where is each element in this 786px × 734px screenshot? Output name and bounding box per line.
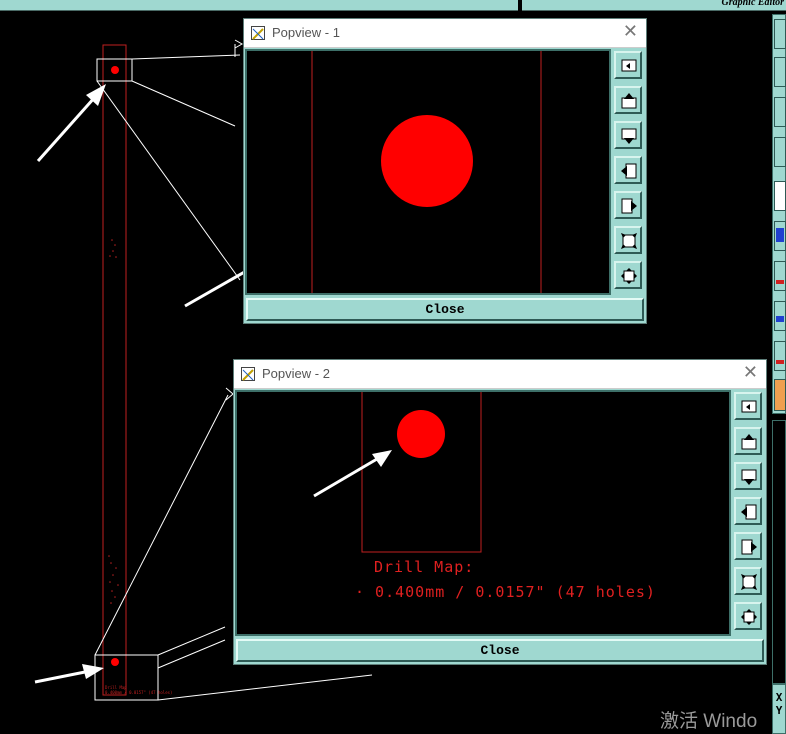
popview-1-window: Popview - 1 ✕ Close: [243, 18, 647, 324]
tool-button[interactable]: [774, 301, 786, 331]
zoom-in-button[interactable]: [734, 602, 762, 630]
pan-down-icon: [621, 128, 637, 144]
activation-watermark: 激活 Windo: [660, 711, 758, 732]
popview-2-titlebar[interactable]: Popview - 2 ✕: [234, 360, 766, 389]
zoom-fit-icon: [741, 400, 757, 413]
pan-up-icon: [621, 93, 637, 109]
pan-left-icon: [741, 504, 757, 520]
zoom-in-icon: [741, 609, 757, 625]
drill-pad: [381, 115, 473, 207]
popview-icon: [241, 367, 255, 381]
drill-map-entry: · 0.400mm / 0.0157" (47 holes): [355, 583, 656, 601]
tool-button[interactable]: [774, 221, 786, 251]
popview-1-viewport[interactable]: [245, 49, 611, 295]
pan-up-button[interactable]: [734, 427, 762, 455]
pad-bottom: [111, 658, 119, 666]
pan-down-icon: [741, 469, 757, 485]
pan-right-button[interactable]: [614, 191, 642, 219]
pad-top: [111, 66, 119, 74]
via-dots: [108, 239, 119, 604]
tool-button[interactable]: [774, 261, 786, 291]
x-label: X: [775, 691, 783, 704]
pan-down-button[interactable]: [614, 121, 642, 149]
popview-2-title: Popview - 2: [262, 366, 330, 381]
zoom-out-button[interactable]: [734, 567, 762, 595]
tool-button[interactable]: [774, 379, 786, 411]
popview-icon: [251, 26, 265, 40]
popview-2-window: Popview - 2 ✕ Drill Map: · 0.400mm / 0.0…: [233, 359, 767, 665]
zoom-out-button[interactable]: [614, 226, 642, 254]
zoom-in-button[interactable]: [614, 261, 642, 289]
close-icon[interactable]: ✕: [743, 363, 758, 381]
pan-down-button[interactable]: [734, 462, 762, 490]
right-toolbar: [772, 14, 786, 414]
tool-button[interactable]: [774, 19, 786, 49]
zoom-out-icon: [621, 233, 637, 249]
y-label: Y: [775, 704, 783, 717]
zoom-out-icon: [741, 574, 757, 590]
popview-2-close-button[interactable]: Close: [236, 639, 764, 662]
pan-left-button[interactable]: [734, 497, 762, 525]
tool-button[interactable]: [774, 57, 786, 87]
pan-up-icon: [741, 434, 757, 450]
popview-1-title: Popview - 1: [272, 25, 340, 40]
pan-right-icon: [741, 539, 757, 555]
pan-left-button[interactable]: [614, 156, 642, 184]
xy-indicator: X Y: [772, 684, 786, 734]
zoom-fit-button[interactable]: [614, 51, 642, 79]
zoom-in-icon: [621, 268, 637, 284]
tool-button[interactable]: [774, 137, 786, 167]
popview-1-close-button[interactable]: Close: [246, 298, 644, 321]
pan-left-icon: [621, 163, 637, 179]
pan-right-button[interactable]: [734, 532, 762, 560]
tool-button[interactable]: [774, 181, 786, 211]
tool-button[interactable]: [774, 341, 786, 371]
drill-map-label: Drill Map:: [374, 558, 475, 576]
mini-drill-text-2: 0.400mm / 0.0157" (47 holes): [105, 690, 172, 695]
zoom-fit-button[interactable]: [734, 392, 762, 420]
right-panel-dark: [772, 420, 786, 684]
pan-right-icon: [621, 198, 637, 214]
zoom-fit-icon: [621, 59, 637, 72]
close-icon[interactable]: ✕: [623, 22, 638, 40]
tool-button[interactable]: [774, 97, 786, 127]
popview-2-viewport[interactable]: Drill Map: · 0.400mm / 0.0157" (47 holes…: [235, 390, 731, 636]
popview-1-titlebar[interactable]: Popview - 1 ✕: [244, 19, 646, 48]
drill-pad: [397, 410, 445, 458]
pan-up-button[interactable]: [614, 86, 642, 114]
